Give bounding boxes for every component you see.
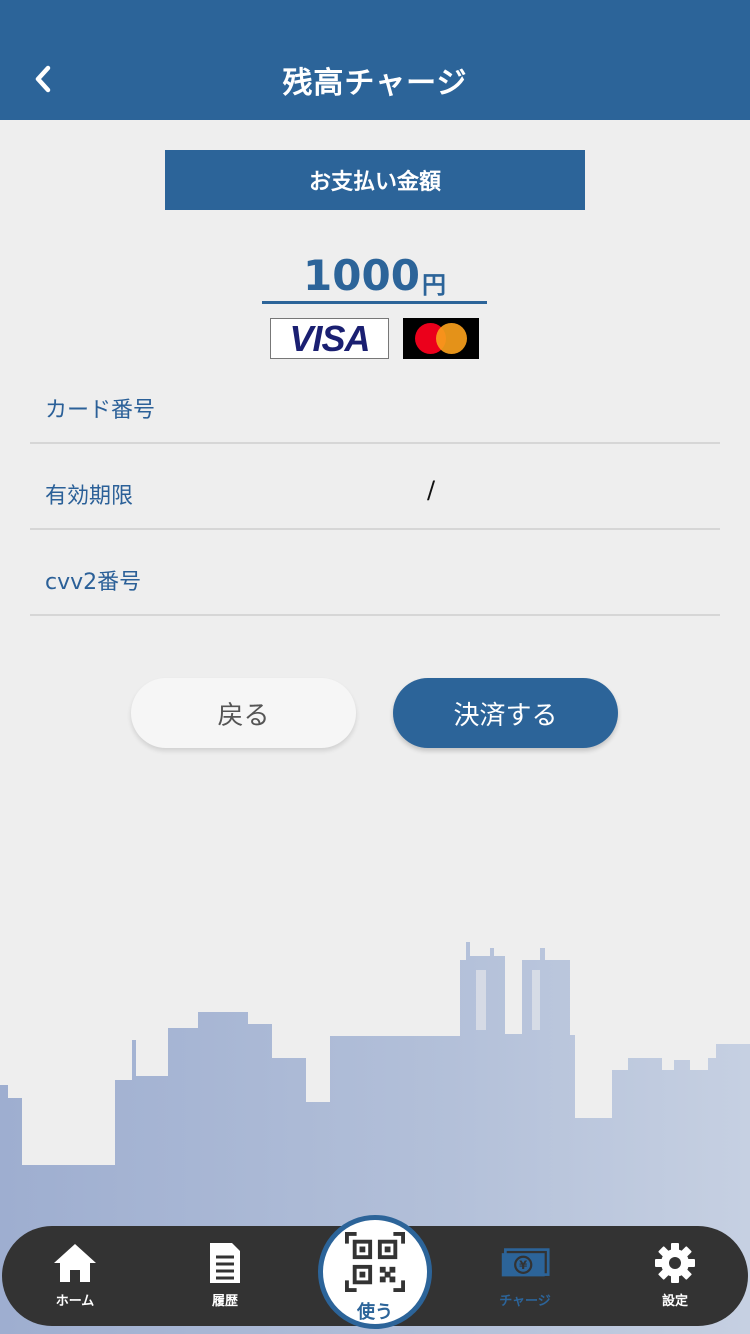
qr-code-icon xyxy=(345,1232,405,1292)
svg-text:¥: ¥ xyxy=(519,1258,527,1272)
tab-history-label: 履歴 xyxy=(211,1294,238,1309)
home-icon xyxy=(50,1240,100,1286)
mastercard-logo xyxy=(403,318,479,359)
card-number-label: カード番号 xyxy=(45,398,156,423)
tab-charge-label: チャージ xyxy=(499,1294,551,1309)
amount-value: 1000 xyxy=(303,251,420,300)
payment-amount-heading: お支払い金額 xyxy=(165,150,585,210)
cvv-label: cvv2番号 xyxy=(45,570,142,595)
pay-button[interactable]: 決済する xyxy=(393,678,618,748)
tab-use-label: 使う xyxy=(357,1302,393,1323)
document-icon xyxy=(200,1240,250,1286)
expiry-separator: / xyxy=(427,476,436,504)
expiry-label: 有効期限 xyxy=(45,484,134,509)
mastercard-yellow-circle xyxy=(436,323,467,354)
visa-logo: VISA xyxy=(270,318,389,359)
tab-history[interactable]: 履歴 xyxy=(180,1240,270,1310)
back-action-button[interactable]: 戻る xyxy=(131,678,356,748)
amount-currency: 円 xyxy=(421,271,446,299)
tab-settings-label: 設定 xyxy=(661,1294,688,1309)
page-title: 残高チャージ xyxy=(282,66,468,101)
app-header: 残高チャージ xyxy=(0,0,750,120)
expiry-field[interactable]: 有効期限 / xyxy=(30,470,720,530)
card-number-field[interactable]: カード番号 xyxy=(30,384,720,444)
visa-logo-text: VISA xyxy=(289,317,370,359)
tab-settings[interactable]: 設定 xyxy=(630,1240,720,1310)
tab-home-label: ホーム xyxy=(55,1294,95,1309)
yen-banknote-icon: ¥ xyxy=(500,1240,550,1286)
amount-display: 1000 円 xyxy=(262,246,487,304)
gear-icon xyxy=(650,1240,700,1286)
tab-home[interactable]: ホーム xyxy=(30,1240,120,1310)
cvv-field[interactable]: cvv2番号 xyxy=(30,556,720,616)
tab-use[interactable]: 使う xyxy=(318,1215,432,1329)
tab-charge[interactable]: ¥ チャージ xyxy=(480,1240,570,1310)
